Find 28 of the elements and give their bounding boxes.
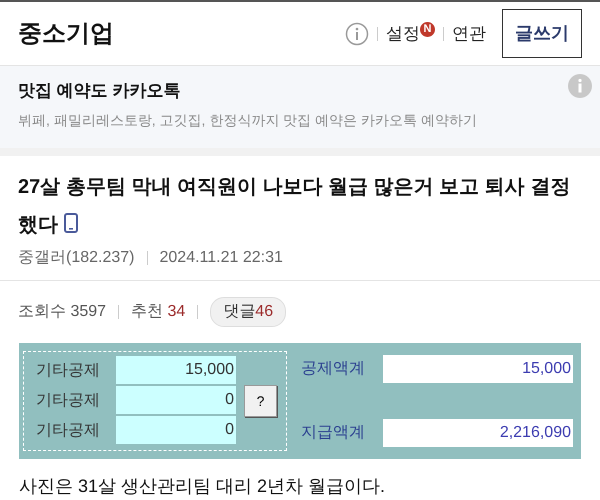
info-icon[interactable] (568, 74, 592, 98)
board-title: 중소기업 (18, 18, 114, 48)
help-button[interactable]: ? (244, 385, 277, 417)
post-body-text: 사진은 31살 생산관리팀 대리 2년차 월급이다. (18, 475, 386, 498)
ad-description: 뷔페, 패밀리레스토랑, 고깃집, 한정식까지 맛집 예약은 카카오톡 예약하기 (18, 111, 478, 130)
field-label: 기타공제 (36, 421, 101, 441)
deduction-field[interactable]: 0 (116, 416, 236, 444)
post-title: 27살 총무팀 막내 여직원이 나보다 월급 많은거 보고 퇴사 결정했다 (18, 175, 572, 238)
recommend-count: 추천 34 (131, 302, 186, 322)
total-label: 공제액계 (301, 359, 366, 379)
view-count: 조회수 3597 (18, 302, 106, 322)
field-label: 기타공제 (36, 361, 101, 381)
total-label: 지급액계 (301, 423, 366, 443)
comment-button[interactable]: 댓글46 (210, 297, 286, 327)
write-button[interactable]: 글쓰기 (502, 9, 582, 58)
total-field[interactable]: 15,000 (383, 355, 573, 383)
field-label: 기타공제 (36, 391, 101, 411)
post-date: 2024.11.21 22:31 (160, 248, 283, 268)
related-link[interactable]: 연관 (452, 20, 486, 46)
author-name: 중갤러(182.237) (18, 248, 134, 268)
info-icon[interactable] (345, 22, 369, 46)
new-badge: N (420, 22, 435, 37)
deduction-field[interactable]: 0 (116, 386, 236, 414)
settings-link[interactable]: 설정 N (386, 20, 435, 46)
mobile-icon (64, 213, 78, 233)
ad-title[interactable]: 맛집 예약도 카카오톡 (18, 78, 180, 104)
deduction-field[interactable]: 15,000 (116, 356, 236, 384)
total-field[interactable]: 2,216,090 (383, 419, 573, 447)
